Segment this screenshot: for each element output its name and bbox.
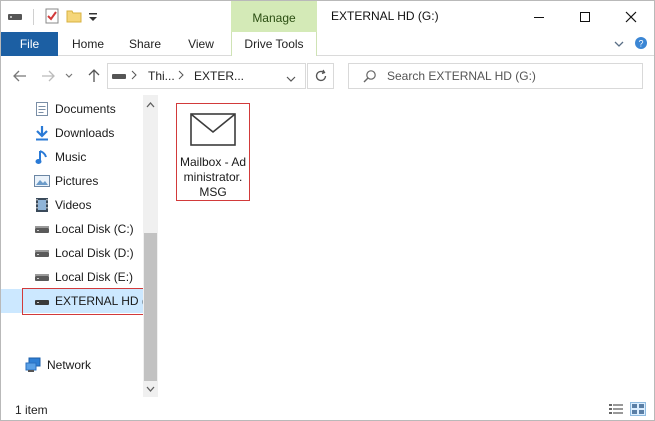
nav-item-label: Local Disk (C:)	[55, 222, 134, 236]
properties-icon[interactable]	[44, 8, 60, 27]
nav-item-local-disk-c[interactable]: Local Disk (C:)	[1, 217, 143, 241]
file-item[interactable]: Mailbox - Administrator.MSG	[176, 103, 250, 201]
quick-access-toolbar	[7, 7, 98, 27]
minimize-button[interactable]	[516, 1, 562, 32]
file-list-pane: Mailbox - Administrator.MSG	[161, 95, 654, 397]
drive-icon	[34, 221, 50, 237]
nav-item-label: Downloads	[55, 126, 115, 140]
window-title: EXTERNAL HD (G:)	[331, 9, 439, 23]
new-folder-icon[interactable]	[66, 8, 82, 27]
maximize-button[interactable]	[562, 1, 608, 32]
videos-icon	[34, 197, 50, 213]
scrollbar-thumb[interactable]	[144, 233, 157, 381]
minimize-icon	[534, 16, 544, 18]
chevron-right-icon	[178, 69, 184, 84]
ribbon-controls: ?	[614, 36, 648, 53]
nav-item-label: Videos	[55, 198, 92, 212]
music-icon	[34, 149, 50, 165]
drive-icon	[34, 269, 50, 285]
navigation-pane: Documents Downloads Music Pictures Video…	[1, 95, 158, 397]
drive-icon	[112, 70, 126, 85]
view-switcher	[608, 402, 646, 416]
close-button[interactable]	[608, 1, 654, 32]
breadcrumb-external-hd[interactable]: EXTER...	[194, 69, 244, 83]
tab-view[interactable]: View	[179, 32, 223, 56]
downloads-icon	[34, 125, 50, 141]
breadcrumb-this-pc[interactable]: Thi...	[148, 69, 175, 83]
scroll-up-icon[interactable]	[143, 97, 158, 113]
search-icon	[363, 69, 377, 86]
scroll-down-icon[interactable]	[143, 381, 158, 397]
network-icon	[25, 357, 41, 373]
tab-file[interactable]: File	[1, 32, 58, 56]
envelope-icon	[190, 113, 236, 150]
tab-manage[interactable]: Manage	[231, 1, 317, 32]
refresh-icon	[315, 69, 326, 82]
nav-item-label: Local Disk (E:)	[55, 270, 134, 284]
up-button[interactable]	[85, 67, 103, 85]
customize-toolbar-icon[interactable]	[88, 8, 98, 27]
svg-text:?: ?	[638, 39, 643, 49]
chevron-down-icon[interactable]	[614, 38, 624, 52]
nav-item-network[interactable]: Network	[1, 353, 143, 377]
documents-icon	[34, 101, 50, 117]
chevron-right-icon	[131, 69, 137, 84]
search-box[interactable]	[348, 63, 643, 89]
address-bar[interactable]: Thi... EXTER...	[107, 63, 306, 89]
tab-home[interactable]: Home	[65, 32, 111, 56]
nav-item-pictures[interactable]: Pictures	[1, 169, 143, 193]
drive-icon[interactable]	[7, 8, 23, 27]
nav-item-local-disk-e[interactable]: Local Disk (E:)	[1, 265, 143, 289]
item-count: 1 item	[15, 403, 48, 417]
ribbon-tabs: File Home Share View Drive Tools ?	[1, 32, 654, 56]
arrow-left-icon	[13, 70, 26, 82]
navigation-scrollbar[interactable]	[143, 95, 158, 397]
nav-item-documents[interactable]: Documents	[1, 97, 143, 121]
selection-highlight-box	[22, 288, 144, 315]
details-view-icon[interactable]	[608, 402, 624, 416]
drive-icon	[34, 245, 50, 261]
nav-item-local-disk-d[interactable]: Local Disk (D:)	[1, 241, 143, 265]
nav-item-label: Pictures	[55, 174, 99, 188]
large-icons-view-icon[interactable]	[630, 402, 646, 416]
tab-share[interactable]: Share	[123, 32, 167, 56]
forward-button[interactable]	[39, 67, 57, 85]
arrow-up-icon	[88, 69, 100, 82]
status-bar: 1 item	[1, 397, 654, 420]
title-bar: Manage EXTERNAL HD (G:)	[1, 1, 654, 32]
tab-drive-tools[interactable]: Drive Tools	[231, 32, 317, 56]
nav-item-downloads[interactable]: Downloads	[1, 121, 143, 145]
address-row: Thi... EXTER...	[1, 57, 654, 95]
nav-item-label: Documents	[55, 102, 116, 116]
help-icon[interactable]: ?	[634, 36, 648, 53]
nav-item-music[interactable]: Music	[1, 145, 143, 169]
back-button[interactable]	[11, 67, 29, 85]
close-icon	[625, 11, 637, 22]
nav-item-videos[interactable]: Videos	[1, 193, 143, 217]
recent-locations-button[interactable]	[63, 67, 75, 85]
nav-item-label: Network	[47, 358, 92, 372]
maximize-icon	[580, 11, 590, 22]
chevron-down-icon	[65, 73, 73, 78]
explorer-window: Manage EXTERNAL HD (G:) File Home Share …	[0, 0, 655, 421]
pictures-icon	[34, 173, 50, 189]
chevron-down-icon[interactable]	[286, 72, 296, 86]
nav-item-label: Local Disk (D:)	[55, 246, 134, 260]
search-input[interactable]	[387, 68, 627, 84]
arrow-right-icon	[42, 70, 55, 82]
refresh-button[interactable]	[307, 63, 334, 89]
file-name: Mailbox - Administrator.MSG	[179, 155, 247, 199]
nav-item-label: Music	[55, 150, 87, 164]
toolbar-divider	[33, 9, 34, 25]
